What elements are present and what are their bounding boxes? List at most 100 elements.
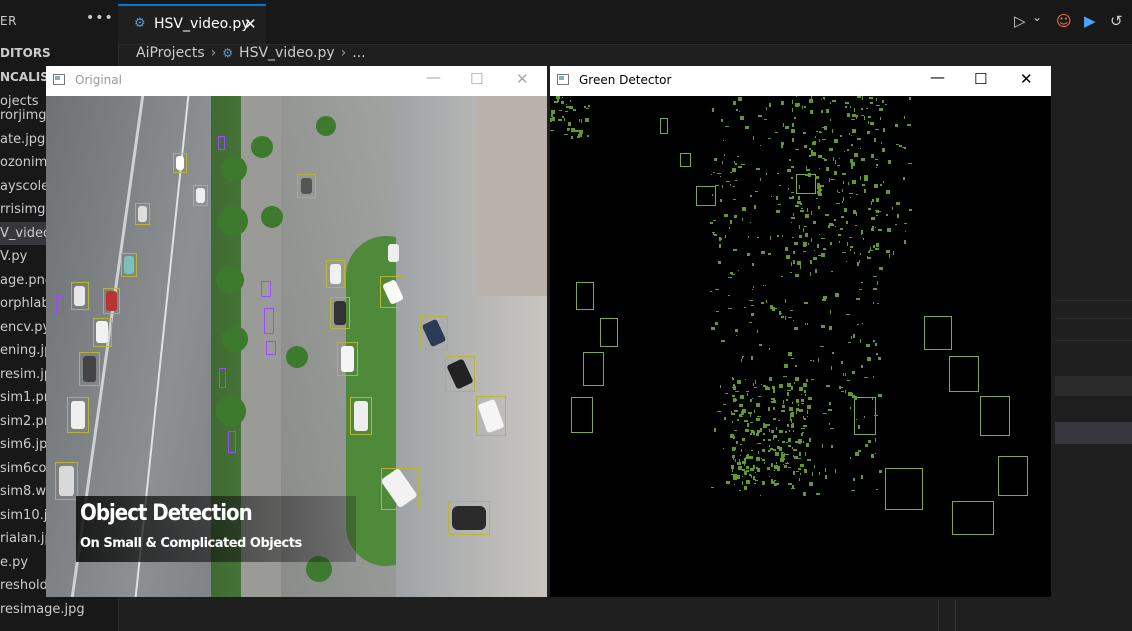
tab-hsv-video[interactable]: ⚙ HSV_video.py ✕ [118, 4, 266, 44]
mask-pixel [554, 110, 555, 113]
mask-pixel [722, 185, 723, 188]
mask-pixel [721, 238, 722, 240]
mask-pixel [795, 365, 797, 367]
mask-pixel [788, 383, 791, 387]
divider [1055, 340, 1132, 341]
mask-pixel [776, 427, 777, 430]
copilot-icon[interactable]: ☺ [1056, 12, 1072, 30]
mask-pixel [735, 180, 737, 181]
mask-pixel [756, 480, 758, 481]
minimize-icon[interactable]: — [930, 68, 945, 86]
mask-pixel [871, 217, 875, 220]
file-item[interactable]: resimage.jpg [0, 598, 118, 622]
breadcrumb-root[interactable]: AiProjects [136, 45, 205, 61]
mask-pixel [728, 295, 730, 296]
mask-pixel [760, 495, 761, 496]
mask-pixel [771, 196, 772, 197]
mask-pixel [710, 291, 712, 292]
close-tab-icon[interactable]: ✕ [244, 15, 257, 33]
mask-pixel [834, 171, 837, 175]
detection-box [445, 356, 475, 392]
more-actions-icon[interactable]: ••• [86, 10, 114, 26]
mask-pixel [752, 263, 754, 266]
mask-box [583, 352, 604, 386]
mask-box [854, 397, 876, 435]
mask-pixel [867, 256, 868, 259]
mask-pixel [875, 438, 876, 442]
mask-pixel [746, 470, 749, 472]
history-icon[interactable]: ↺ [1110, 12, 1123, 30]
mask-pixel [851, 167, 853, 169]
mask-pixel [739, 404, 743, 407]
run-icon[interactable]: ▷ [1014, 12, 1026, 30]
mask-pixel [832, 129, 833, 133]
close-icon[interactable]: ✕ [516, 70, 529, 88]
mask-pixel [558, 119, 562, 121]
mask-pixel [883, 181, 884, 183]
mask-pixel [779, 430, 783, 433]
mask-pixel [800, 210, 804, 212]
mask-pixel [794, 456, 798, 459]
maximize-icon[interactable]: ☐ [470, 70, 483, 88]
mask-pixel [744, 472, 746, 474]
maximize-icon[interactable]: ☐ [974, 70, 987, 88]
original-window[interactable]: Original — ☐ ✕ Object Detection On Small… [46, 66, 547, 597]
open-editors-section[interactable]: DITORS [0, 46, 51, 60]
mask-pixel [766, 107, 767, 110]
mask-pixel [737, 380, 741, 384]
mask-pixel [841, 216, 844, 218]
mask-pixel [819, 139, 820, 142]
mask-pixel [733, 474, 737, 478]
mask-pixel [744, 486, 747, 490]
mask-pixel [835, 469, 836, 473]
mask-pixel [773, 407, 775, 410]
mask-pixel [773, 389, 775, 393]
mask-pixel [795, 274, 799, 277]
mask-pixel [788, 445, 791, 447]
mask-pixel [779, 311, 781, 315]
detection-box [337, 342, 358, 376]
mask-pixel [876, 210, 879, 213]
minimize-icon[interactable]: — [426, 68, 441, 86]
mask-pixel [733, 384, 735, 388]
chevron-down-icon[interactable]: ⌄ [1032, 10, 1042, 24]
mask-pixel [804, 145, 807, 148]
mask-pixel [573, 109, 576, 111]
mask-pixel [855, 452, 859, 456]
mask-box [998, 456, 1028, 496]
detection-box [381, 468, 419, 510]
breadcrumb-more[interactable]: ... [352, 45, 365, 61]
green-detector-window[interactable]: Green Detector — ☐ ✕ [550, 66, 1051, 597]
mask-pixel [753, 383, 754, 386]
tree [251, 136, 273, 158]
original-titlebar[interactable]: Original — ☐ ✕ [46, 66, 547, 96]
mask-pixel [796, 96, 797, 97]
preview-icon[interactable]: ▶ [1084, 12, 1096, 30]
mask-pixel [741, 164, 745, 165]
mask-pixel [793, 213, 794, 216]
breadcrumb-file[interactable]: HSV_video.py [239, 45, 335, 61]
mask-pixel [807, 459, 811, 461]
mask-pixel [905, 231, 906, 232]
mask-pixel [786, 442, 788, 443]
mask-pixel [781, 316, 784, 318]
close-icon[interactable]: ✕ [1020, 70, 1033, 88]
mask-pixel [781, 452, 783, 456]
mask-pixel [830, 102, 831, 104]
mask-pixel [850, 407, 851, 409]
pedestrian-box [219, 368, 226, 388]
mask-pixel [822, 139, 826, 140]
mask-pixel [729, 227, 730, 229]
mask-pixel [730, 220, 732, 224]
mask-pixel [747, 393, 748, 396]
mask-pixel [581, 119, 582, 123]
mask-pixel [847, 380, 850, 381]
mask-pixel [776, 196, 778, 200]
mask-pixel [756, 467, 758, 469]
green-detector-titlebar[interactable]: Green Detector — ☐ ✕ [550, 66, 1051, 96]
mask-pixel [848, 182, 849, 185]
mask-pixel [749, 300, 753, 301]
mask-pixel [830, 119, 831, 121]
mask-pixel [797, 261, 801, 265]
mask-pixel [750, 195, 752, 197]
